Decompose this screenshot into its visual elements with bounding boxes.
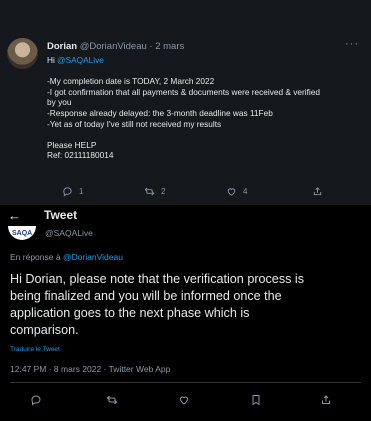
reply-icon [63,187,72,197]
tweet-line: -I got confirmation that all payments & … [47,86,321,97]
tweet-line: Please HELP [47,139,97,150]
reply-line: being finalized and you will be informed… [10,289,282,303]
divider [10,382,361,383]
user-handle[interactable]: @DorianVideau [80,41,147,52]
more-options-icon[interactable]: ··· [345,38,359,50]
reply-line: application goes to the next phase which… [10,306,250,320]
like-count: 4 [243,187,248,196]
tweet-detail-header: ← Tweet [0,205,371,227]
heart-icon [179,396,189,405]
avatar[interactable]: SAQA [8,226,36,240]
bookmark-button[interactable] [250,393,262,406]
reply-line: Hi Dorian, please note that the verifica… [10,272,305,286]
retweet-count: 2 [161,187,166,196]
reply-text: Hi Dorian, please note that the verifica… [10,271,365,339]
tweet-line: -Yet as of today I've still not received… [47,118,222,129]
retweet-icon [106,395,118,405]
reply-button[interactable] [30,393,42,406]
original-tweet[interactable]: Dorian @DorianVideau · 2 mars ··· Hi @SA… [0,0,371,206]
tweet-actions [30,393,350,409]
reply-button[interactable]: 1 [62,186,83,197]
replying-to: En réponse à @DorianVideau [10,252,123,262]
tweet-line: Ref: 02111180014 [47,150,114,161]
twitter-screenshot: Dorian @DorianVideau · 2 mars ··· Hi @SA… [0,0,371,421]
share-button[interactable] [320,393,332,405]
tweet-line: -Response already delayed: the 3-month d… [47,107,273,118]
tweet-line: by you [47,97,72,108]
tweet-timestamp[interactable]: 12:47 PM · 8 mars 2022 · Twitter Web App [10,364,170,374]
tweet-line: -My completion date is TODAY, 2 March 20… [47,76,215,87]
greeting-text: Hi [47,55,58,65]
page-title: Tweet [44,208,78,222]
spacer-line [47,129,365,140]
replying-to-link[interactable]: @DorianVideau [63,252,123,262]
share-button[interactable] [312,186,323,197]
reply-line: comparison. [10,323,79,337]
retweet-button[interactable] [106,393,118,405]
tweet-text: Hi @SAQALive -My completion date is TODA… [47,55,365,161]
tweet-header: Dorian @DorianVideau · 2 mars [47,41,184,52]
bookmark-icon [252,395,260,406]
avatar-logo-text: SAQA [12,230,33,237]
user-handle[interactable]: @SAQALive [45,228,93,238]
retweet-icon [144,187,155,196]
spacer-line [47,66,365,77]
mention-link[interactable]: @SAQALive [57,55,104,65]
tweet-actions: 1 2 4 [62,186,352,200]
greeting-line: Hi @SAQALive [47,55,365,66]
share-icon [313,187,322,196]
reply-count: 1 [79,187,84,196]
like-button[interactable] [178,393,190,405]
display-name[interactable]: Dorian [47,41,77,52]
avatar[interactable] [7,38,38,69]
heart-icon [227,188,236,196]
share-icon [322,395,330,404]
translate-tweet-link[interactable]: Traduire le Tweet [10,346,60,353]
replying-prefix: En réponse à [10,252,63,262]
reply-icon [31,395,41,406]
tweet-date[interactable]: · 2 mars [149,41,184,52]
back-arrow-icon[interactable]: ← [8,208,21,223]
retweet-button[interactable]: 2 [144,186,165,197]
like-button[interactable]: 4 [226,186,247,197]
